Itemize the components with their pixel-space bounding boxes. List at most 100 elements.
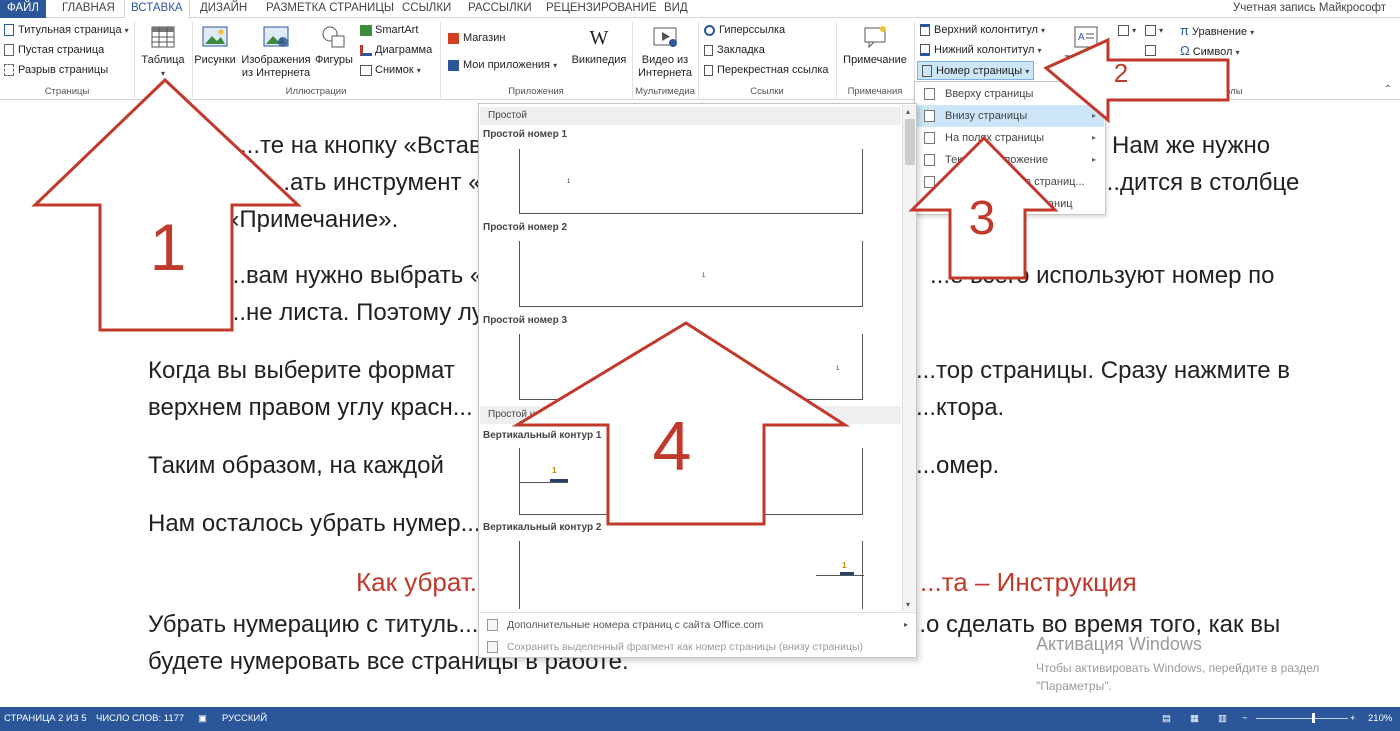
comment-button[interactable]: Примечание bbox=[838, 24, 912, 67]
signature-button[interactable]: ▾ bbox=[1145, 24, 1163, 37]
table-button[interactable]: Таблица ▾ bbox=[138, 24, 188, 80]
online-picture-icon bbox=[263, 26, 289, 47]
account-name[interactable]: Учетная запись Майкрософт bbox=[1233, 0, 1386, 17]
page-number-gallery: Простой Простой номер 1 1 Простой номер … bbox=[478, 103, 917, 658]
tab-review[interactable]: РЕЦЕНЗИРОВАНИЕ bbox=[540, 0, 663, 18]
menu-item-remove-numbers[interactable]: Удалить номера страниц bbox=[916, 193, 1104, 215]
my-apps-button[interactable]: Мои приложения ▾ bbox=[448, 59, 557, 72]
menu-item-top-of-page[interactable]: Вверху страницы ▸ bbox=[916, 83, 1104, 105]
language[interactable]: РУССКИЙ bbox=[222, 713, 267, 724]
symbol-button[interactable]: Ω Символ ▾ bbox=[1180, 44, 1239, 59]
page-count[interactable]: СТРАНИЦА 2 ИЗ 5 bbox=[4, 713, 87, 724]
web-layout-icon[interactable]: ▥ bbox=[1218, 713, 1227, 724]
doc-line: «Примечание». bbox=[226, 206, 399, 233]
doc-heading: Как убрат... bbox=[356, 567, 492, 597]
proofing-icon[interactable]: ▣ bbox=[198, 713, 207, 724]
save-selection-item: Сохранить выделенный фрагмент как номер … bbox=[480, 636, 916, 658]
doc-line: ...дится в столбце bbox=[1100, 169, 1300, 196]
store-button[interactable]: Магазин bbox=[448, 32, 505, 45]
page-icon bbox=[924, 110, 935, 122]
header-button[interactable]: Верхний колонтитул ▾ bbox=[920, 24, 1045, 37]
gallery-item-vertical-2[interactable]: 1 bbox=[519, 541, 864, 609]
chevron-right-icon: ▸ bbox=[1091, 133, 1096, 142]
thumb-contour-line bbox=[816, 575, 864, 576]
smartart-button[interactable]: SmartArt bbox=[360, 24, 418, 37]
word-count[interactable]: ЧИСЛО СЛОВ: 1177 bbox=[96, 713, 184, 724]
tab-file[interactable]: ФАЙЛ bbox=[0, 0, 46, 18]
menu-item-bottom-of-page[interactable]: Внизу страницы ▸ bbox=[916, 105, 1104, 127]
gallery-item-vertical-1[interactable]: 1 bbox=[519, 448, 863, 515]
comment-icon bbox=[864, 26, 886, 49]
textbox-icon: A bbox=[1074, 26, 1098, 48]
group-label-symbols: Символы bbox=[1201, 86, 1243, 97]
gallery-item-plain-3[interactable]: 1 bbox=[519, 334, 863, 400]
chevron-right-icon: ▸ bbox=[903, 620, 908, 629]
doc-line: ...вам нужно выбрать « bbox=[226, 262, 484, 289]
crossref-button[interactable]: Перекрестная ссылка bbox=[704, 64, 829, 77]
quickparts-icon bbox=[1118, 24, 1129, 36]
doc-line: ...омер. bbox=[916, 452, 1000, 479]
wikipedia-button[interactable]: W Википедия bbox=[568, 24, 630, 67]
scroll-down-icon[interactable]: ▾ bbox=[906, 600, 910, 609]
crossref-icon bbox=[704, 64, 713, 76]
gallery-item-title: Простой номер 1 bbox=[483, 129, 568, 140]
page-number-button[interactable]: Номер страницы ▾ bbox=[917, 61, 1035, 80]
tab-layout[interactable]: РАЗМЕТКА СТРАНИЦЫ bbox=[260, 0, 400, 18]
shapes-button[interactable]: Фигуры bbox=[312, 24, 356, 67]
menu-item-current-position[interactable]: Текущее положение ▸ bbox=[916, 149, 1104, 171]
separator bbox=[192, 22, 193, 98]
gallery-item-plain-1[interactable]: 1 bbox=[519, 149, 863, 214]
online-pictures-button[interactable]: Изображения из Интернета bbox=[238, 24, 314, 80]
title-page-icon bbox=[4, 24, 14, 37]
print-layout-icon[interactable]: ▦ bbox=[1190, 713, 1199, 724]
blank-page-button[interactable]: Пустая страница bbox=[4, 44, 104, 57]
tab-home[interactable]: ГЛАВНАЯ bbox=[56, 0, 121, 18]
signature-icon bbox=[1145, 24, 1156, 36]
activation-watermark-title: Активация Windows bbox=[1036, 634, 1202, 654]
equation-button[interactable]: π Уравнение ▾ bbox=[1180, 24, 1254, 39]
tab-mailings[interactable]: РАССЫЛКИ bbox=[462, 0, 538, 18]
title-page-button[interactable]: Титульная страница ▾ bbox=[4, 24, 129, 37]
footer-button[interactable]: Нижний колонтитул ▾ bbox=[920, 44, 1042, 57]
hyperlink-icon bbox=[704, 24, 715, 36]
zoom-out-icon[interactable]: − bbox=[1242, 713, 1248, 724]
wikipedia-icon: W bbox=[589, 27, 609, 49]
gallery-section-header: Простой bbox=[480, 107, 901, 125]
more-page-numbers-item[interactable]: Дополнительные номера страниц с сайта Of… bbox=[480, 614, 916, 636]
read-mode-icon[interactable]: ▤ bbox=[1162, 713, 1171, 724]
hyperlink-button[interactable]: Гиперссылка bbox=[704, 24, 785, 37]
pictures-button[interactable]: Рисунки bbox=[194, 24, 236, 67]
gallery-item-plain-2[interactable]: 1 bbox=[519, 241, 863, 307]
doc-line: верхнем правом углу красн... bbox=[148, 394, 473, 421]
screenshot-button[interactable]: Снимок ▾ bbox=[360, 64, 421, 77]
datetime-button[interactable] bbox=[1145, 44, 1156, 57]
page-icon bbox=[924, 154, 935, 166]
tab-references[interactable]: ССЫЛКИ bbox=[396, 0, 457, 18]
bookmark-button[interactable]: Закладка bbox=[704, 44, 765, 57]
gallery-scrollbar[interactable]: ▴ ▾ bbox=[902, 105, 916, 611]
zoom-in-icon[interactable]: + bbox=[1350, 713, 1356, 724]
tab-insert[interactable]: ВСТАВКА bbox=[124, 0, 190, 19]
zoom-level[interactable]: 210% bbox=[1368, 713, 1392, 724]
thumb-page-number: 1 bbox=[702, 273, 706, 279]
chart-button[interactable]: Диаграмма bbox=[360, 44, 432, 57]
quickparts-button[interactable]: ▾ bbox=[1118, 24, 1136, 37]
footer-icon bbox=[920, 44, 930, 57]
gallery-item-title: Простой номер 3 bbox=[483, 315, 568, 326]
menu-item-format-numbers[interactable]: Формат номеров страниц... bbox=[916, 171, 1104, 193]
tab-view[interactable]: ВИД bbox=[658, 0, 694, 18]
zoom-slider[interactable] bbox=[1256, 718, 1348, 719]
zoom-slider-thumb[interactable] bbox=[1312, 713, 1315, 723]
store-icon bbox=[448, 32, 459, 44]
page-break-button[interactable]: Разрыв страницы bbox=[4, 64, 108, 77]
group-label-pages: Страницы bbox=[44, 86, 90, 97]
textbox-button[interactable]: A Тексто... bbox=[1060, 24, 1112, 67]
tab-design[interactable]: ДИЗАЙН bbox=[194, 0, 253, 18]
scroll-up-icon[interactable]: ▴ bbox=[906, 107, 910, 116]
online-video-button[interactable]: Видео из Интернета bbox=[634, 24, 696, 80]
menu-item-page-margins[interactable]: На полях страницы ▸ bbox=[916, 127, 1104, 149]
collapse-ribbon-icon[interactable]: ⌃ bbox=[1384, 84, 1392, 95]
chevron-right-icon: ▸ bbox=[1091, 111, 1096, 120]
group-label-apps: Приложения bbox=[508, 86, 564, 97]
scrollbar-thumb[interactable] bbox=[905, 119, 915, 165]
